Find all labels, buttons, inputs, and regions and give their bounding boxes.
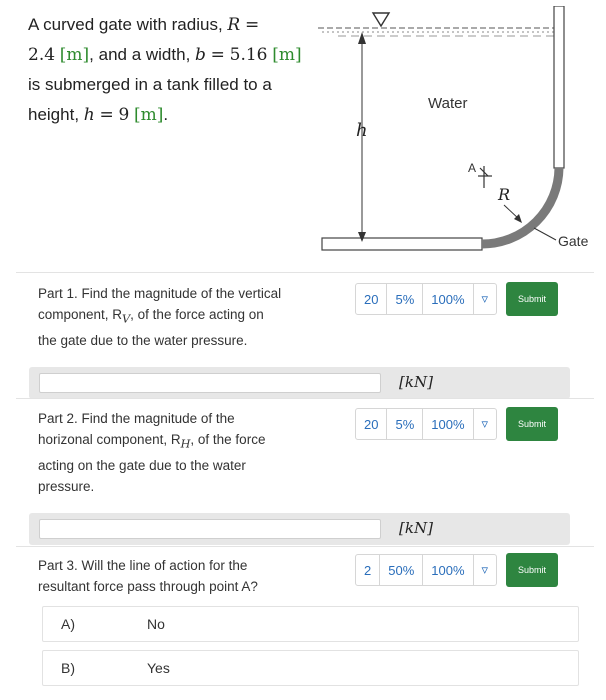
height-unit: [m] [134,105,164,125]
problem-height-text: height, [28,105,80,124]
problem-width-text: , and a width, [89,45,191,64]
part-3-submit-button[interactable]: Submit [506,553,559,587]
part-1-subscript: V [122,312,131,326]
width-symbol: b [195,45,206,65]
choice-b[interactable]: B) Yes [42,650,579,686]
part-2-dropdown-icon[interactable]: ▿ [474,409,497,439]
part-2-line-3: acting on the gate due to the water [38,457,246,473]
h-label: h [356,120,368,141]
part-2-tolerance[interactable]: 5% [387,409,424,439]
part-3-line-2: resultant force pass through point A? [38,579,258,594]
problem-statement: A curved gate with radius, R = 2.4 [m], … [28,10,318,130]
part-2-prompt: Part 2. Find the magnitude of the horizo… [38,408,308,497]
period: . [163,105,169,124]
radius-value: 2.4 [28,45,56,65]
part-3-attempts[interactable]: 2 [356,555,381,585]
tank-wall [553,6,565,169]
part-2-weight[interactable]: 100% [423,409,474,439]
radius-symbol: R [227,15,241,35]
gate-label: Gate [558,233,589,249]
r-label: R [497,185,510,204]
part-3-tolerance[interactable]: 50% [380,555,424,585]
part-2-line-2b: , of the force [190,432,266,447]
choice-a[interactable]: A) No [42,606,579,642]
problem-intro: A curved gate with radius, [28,15,223,34]
part-1-line-1: Part 1. Find the magnitude of the vertic… [38,286,282,301]
h-arrow-top [358,32,366,44]
tank-floor [321,237,483,251]
part-2-attempt-box: 20 5% 100% ▿ [355,408,498,440]
part-1-weight[interactable]: 100% [423,284,474,314]
problem-line-3: is submerged in a tank filled to a [28,75,272,94]
part-1-answer-input[interactable] [39,373,381,393]
choice-a-letter: A) [61,616,75,632]
part-3-controls: 2 50% 100% ▿ Submit [355,553,559,587]
part-1-prompt: Part 1. Find the magnitude of the vertic… [38,283,308,351]
part-3-line-1: Part 3. Will the line of action for the [38,558,248,573]
part-2-controls: 20 5% 100% ▿ Submit [355,407,559,441]
part-3-weight[interactable]: 100% [423,555,474,585]
part-2-answer-input[interactable] [39,519,381,539]
part-2-submit-button[interactable]: Submit [506,407,559,441]
height-symbol: h [83,105,95,125]
part-1-answer-row: [kN] [29,367,570,399]
radius-unit: [m] [59,45,90,65]
part-1-dropdown-icon[interactable]: ▿ [474,284,497,314]
part-1-attempts[interactable]: 20 [356,284,388,314]
part-3-prompt: Part 3. Will the line of action for the … [38,555,308,597]
part-2-line-2a: horizonal component, R [38,432,181,447]
curved-gate [481,167,564,249]
part-1-line-2a: component, R [38,307,123,322]
part-1-submit-button[interactable]: Submit [506,282,559,316]
equals-sign: = [244,15,260,35]
water-label: Water [428,95,467,112]
part-2-line-1: Part 2. Find the magnitude of the [38,411,235,426]
point-a-label: A [468,161,476,175]
choice-a-text: No [147,616,165,632]
part-1-tolerance[interactable]: 5% [387,284,424,314]
part-1-unit: [kN] [399,373,433,391]
problem-line-2: 2.4 [m], and a width, b = 5.16 [m] [28,45,302,65]
gate-diagram: h Water A R Gate [318,6,589,251]
part-2-unit: [kN] [399,519,433,537]
part-1-line-2: component, RV, of the force acting on [38,304,308,330]
part-2-answer-row: [kN] [29,513,570,545]
problem-line-1: A curved gate with radius, R = [28,10,318,40]
part-3-attempt-box: 2 50% 100% ▿ [355,554,498,586]
part-2-attempts[interactable]: 20 [356,409,388,439]
part-2-subscript: H [180,437,191,451]
part-1-line-3: the gate due to the water pressure. [38,332,248,348]
gate-leader [533,227,557,241]
part-2-line-4: pressure. [38,478,95,494]
height-value: 9 [118,105,130,125]
free-surface-marker [371,12,391,28]
problem-line-4: height, h = 9 [m]. [28,105,169,125]
part-1-attempt-box: 20 5% 100% ▿ [355,283,498,315]
choice-b-letter: B) [61,660,75,676]
divider-3 [16,546,594,547]
width-value: 5.16 [229,45,268,65]
part-1-controls: 20 5% 100% ▿ Submit [355,282,559,316]
width-unit: [m] [272,45,302,65]
part-3-dropdown-icon[interactable]: ▿ [474,555,497,585]
divider-1 [16,272,594,273]
part-2-line-2: horizonal component, RH, of the force [38,429,308,455]
choice-b-text: Yes [147,660,170,676]
divider-2 [16,398,594,399]
part-1-line-2b: , of the force acting on [130,307,264,322]
